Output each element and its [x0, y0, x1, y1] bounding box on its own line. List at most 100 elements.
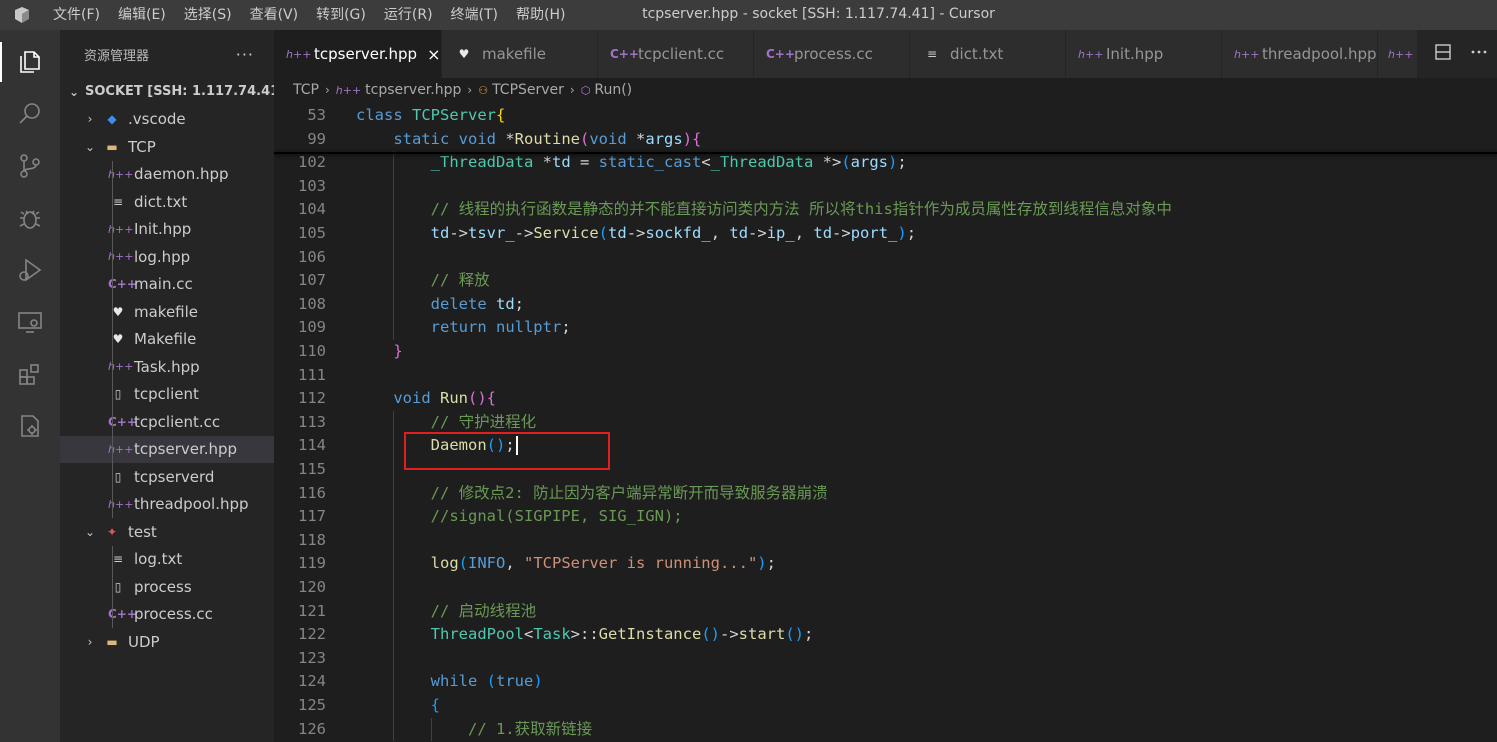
tree-file[interactable]: h++ log.hpp — [60, 243, 274, 271]
code-editor[interactable]: 53 class TCPServer{99 static void *Routin… — [274, 102, 1497, 742]
tree-item-label: process.cc — [134, 605, 213, 624]
tree-file[interactable]: C++ tcpclient.cc — [60, 408, 274, 436]
code-line[interactable]: 119 log(INFO, "TCPServer is running...")… — [274, 552, 1497, 576]
code-token: () — [468, 389, 487, 408]
menu-item-0[interactable]: 文件(F) — [44, 0, 109, 30]
tab-makefile[interactable]: ♥ makefile — [442, 30, 598, 78]
breadcrumb-folder[interactable]: TCP — [293, 82, 319, 98]
remote-explorer-icon[interactable] — [0, 296, 60, 348]
code-line[interactable]: 53 class TCPServer{ — [274, 104, 1497, 128]
tab-label: tcpclient.cc — [638, 45, 725, 63]
tree-file[interactable]: C++ main.cc — [60, 270, 274, 298]
extensions-icon[interactable] — [0, 348, 60, 400]
workspace-root[interactable]: ⌄ SOCKET [SSH: 1.117.74.41] — [60, 78, 285, 106]
code-line[interactable]: 123 — [274, 647, 1497, 671]
code-line[interactable]: 121 // 启动线程池 — [274, 600, 1497, 624]
cursor-logo-icon[interactable] — [0, 0, 44, 30]
menu-item-7[interactable]: 帮助(H) — [507, 0, 574, 30]
activity-bar — [0, 30, 60, 742]
indent-guide — [112, 463, 113, 491]
breadcrumb-file[interactable]: tcpserver.hpp — [365, 82, 461, 98]
code-line[interactable]: 107 // 释放 — [274, 269, 1497, 293]
more-actions-icon[interactable] — [1470, 43, 1488, 65]
menu-item-2[interactable]: 选择(S) — [175, 0, 241, 30]
tab-dict-txt[interactable]: ≡ dict.txt — [910, 30, 1066, 78]
tree-file[interactable]: ≡ dict.txt — [60, 188, 274, 216]
tree-file[interactable]: ▯ tcpserverd — [60, 463, 274, 491]
code-token: void — [393, 389, 440, 408]
tab-init-hpp[interactable]: h++ Init.hpp — [1066, 30, 1222, 78]
title-bar: 文件(F) 编辑(E) 选择(S) 查看(V) 转到(G) 运行(R) 终端(T) 帮助(H)… — [0, 0, 1497, 30]
code-line[interactable]: 118 — [274, 529, 1497, 553]
file-icon: ▯ — [114, 579, 122, 594]
run-debug-icon[interactable] — [0, 244, 60, 296]
code-line[interactable]: 110 } — [274, 340, 1497, 364]
tree-folder[interactable]: › ▬ UDP — [60, 628, 274, 656]
close-icon[interactable]: × — [427, 45, 440, 64]
tree-file[interactable]: h++ tcpserver.hpp — [60, 435, 274, 463]
code-line[interactable]: 102 _ThreadData *td = static_cast<_Threa… — [274, 151, 1497, 175]
code-line[interactable]: 120 — [274, 576, 1497, 600]
search-icon[interactable] — [0, 88, 60, 140]
tree-file[interactable]: ♥ makefile — [60, 298, 274, 326]
tree-file[interactable]: ▯ tcpclient — [60, 380, 274, 408]
tree-folder[interactable]: › ◆ .vscode — [60, 106, 274, 134]
code-line[interactable]: 105 td->tsvr_->Service(td->sockfd_, td->… — [274, 222, 1497, 246]
code-line[interactable]: 109 return nullptr; — [274, 316, 1497, 340]
tab-process-cc[interactable]: C++ process.cc — [754, 30, 910, 78]
code-line[interactable]: 124 while (true) — [274, 670, 1497, 694]
tree-file[interactable]: ♥ Makefile — [60, 325, 274, 353]
indent-guide — [112, 298, 113, 326]
breadcrumb-class[interactable]: TCPServer — [492, 82, 564, 98]
code-line[interactable]: 106 — [274, 246, 1497, 270]
code-token: = — [570, 153, 599, 172]
explorer-icon[interactable] — [0, 36, 60, 88]
tab-tcpserver-hpp[interactable]: h++ tcpserver.hpp × — [274, 30, 442, 78]
tree-file[interactable]: C++ process.cc — [60, 600, 274, 628]
more-actions-icon[interactable]: ··· — [236, 45, 254, 64]
code-line[interactable]: 125 { — [274, 694, 1497, 718]
menu-item-3[interactable]: 查看(V) — [241, 0, 308, 30]
breadcrumb-method[interactable]: Run() — [594, 82, 632, 98]
code-token: ( — [486, 672, 496, 691]
tree-file[interactable]: h++ threadpool.hpp — [60, 490, 274, 518]
source-control-icon[interactable] — [0, 140, 60, 192]
split-editor-icon[interactable] — [1434, 43, 1452, 65]
code-line[interactable]: 104 // 线程的执行函数是静态的并不能直接访问类内方法 所以将this指针作… — [274, 198, 1497, 222]
code-line[interactable]: 108 delete td; — [274, 293, 1497, 317]
tree-file[interactable]: h++ Task.hpp — [60, 353, 274, 381]
code-line[interactable]: 126 // 1.获取新链接 — [274, 718, 1497, 742]
tab-threadpool-hpp[interactable]: h++ threadpool.hpp — [1222, 30, 1378, 78]
menu-item-5[interactable]: 运行(R) — [375, 0, 442, 30]
debug-icon[interactable] — [0, 192, 60, 244]
hpp-file-icon: h++ — [335, 83, 362, 97]
menu-item-6[interactable]: 终端(T) — [442, 0, 507, 30]
code-line[interactable]: 111 — [274, 364, 1497, 388]
tree-file[interactable]: ≡ log.txt — [60, 545, 274, 573]
code-line[interactable]: 112 void Run(){ — [274, 387, 1497, 411]
cpp-file-icon: C++ — [766, 47, 795, 61]
code-token: ) — [533, 672, 543, 691]
code-line[interactable]: 99 static void *Routine(void *args){ — [274, 128, 1497, 152]
line-number: 104 — [298, 200, 326, 219]
tree-folder[interactable]: ⌄ ✦ test — [60, 518, 274, 546]
method-symbol-icon: ⬡ — [580, 83, 591, 97]
tree-folder[interactable]: ⌄ ▬ TCP — [60, 133, 274, 161]
tab-overflow[interactable]: h++ — [1378, 30, 1418, 78]
code-line[interactable]: 113 // 守护进程化 — [274, 411, 1497, 435]
menu-item-4[interactable]: 转到(G) — [307, 0, 375, 30]
remote-settings-icon[interactable] — [0, 400, 60, 452]
tree-file[interactable]: h++ daemon.hpp — [60, 160, 274, 188]
code-line[interactable]: 122 ThreadPool<Task>::GetInstance()->sta… — [274, 623, 1497, 647]
code-token: ( — [841, 153, 851, 172]
code-line[interactable]: 117 //signal(SIGPIPE, SIG_IGN); — [274, 505, 1497, 529]
tab-tcpclient-cc[interactable]: C++ tcpclient.cc — [598, 30, 754, 78]
menu-item-1[interactable]: 编辑(E) — [109, 0, 175, 30]
code-line[interactable]: 103 — [274, 175, 1497, 199]
code-token: } — [393, 342, 403, 360]
tree-file[interactable]: h++ Init.hpp — [60, 215, 274, 243]
tree-file[interactable]: ▯ process — [60, 573, 274, 601]
code-token: ; — [766, 554, 776, 573]
code-line[interactable]: 116 // 修改点2: 防止因为客户端异常断开而导致服务器崩溃 — [274, 482, 1497, 506]
